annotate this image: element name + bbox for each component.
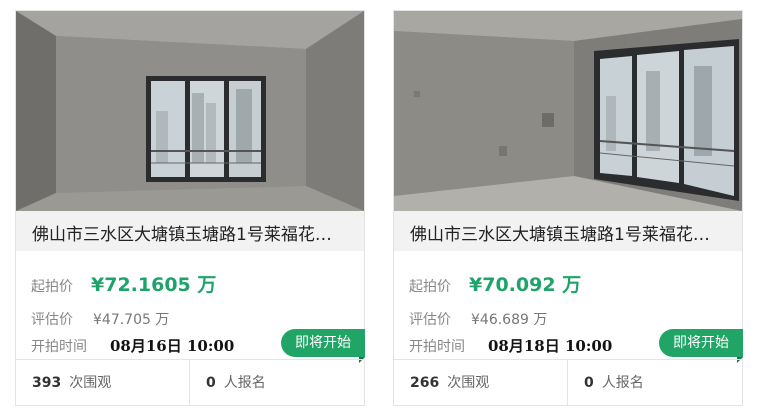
signups-label: 人报名 (601, 375, 644, 391)
start-time: 08月18日 10:00 (488, 337, 613, 355)
listing-title[interactable]: 佛山市三水区大塘镇玉塘路1号莱福花… (32, 220, 352, 245)
eval-price: ¥46.689 万 (471, 312, 548, 328)
status-badge: 即将开始 (281, 329, 365, 363)
views-stat: 266 次围观 (394, 360, 568, 406)
views-count: 266 (410, 375, 440, 391)
eval-price-label: 评估价 (409, 312, 451, 328)
views-stat: 393 次围观 (16, 360, 190, 406)
signups-count: 0 (584, 375, 594, 391)
listing-card[interactable]: 佛山市三水区大塘镇玉塘路1号莱福花… 起拍价 ¥70.092 万 评估价 ¥46… (393, 10, 743, 406)
property-photo[interactable] (394, 11, 742, 211)
signups-count: 0 (206, 375, 216, 391)
start-price-label: 起拍价 (409, 279, 451, 295)
listing-title[interactable]: 佛山市三水区大塘镇玉塘路1号莱福花… (410, 220, 730, 245)
start-price: ¥72.1605 万 (91, 274, 217, 296)
start-price: ¥70.092 万 (469, 274, 582, 296)
start-time-label: 开拍时间 (409, 339, 465, 355)
stats-bar: 266 次围观 0 人报名 (394, 359, 742, 406)
views-count: 393 (32, 375, 62, 391)
views-label: 次围观 (447, 375, 490, 391)
start-price-label: 起拍价 (31, 279, 73, 295)
start-time-label: 开拍时间 (31, 339, 87, 355)
eval-price: ¥47.705 万 (93, 312, 170, 328)
signups-stat: 0 人报名 (190, 360, 364, 406)
eval-price-label: 评估价 (31, 312, 73, 328)
property-photo[interactable] (16, 11, 364, 211)
title-bar[interactable]: 佛山市三水区大塘镇玉塘路1号莱福花… (16, 211, 364, 251)
title-bar[interactable]: 佛山市三水区大塘镇玉塘路1号莱福花… (394, 211, 742, 251)
start-time: 08月16日 10:00 (110, 337, 235, 355)
signups-stat: 0 人报名 (568, 360, 742, 406)
stats-bar: 393 次围观 0 人报名 (16, 359, 364, 406)
signups-label: 人报名 (223, 375, 266, 391)
views-label: 次围观 (69, 375, 112, 391)
status-badge: 即将开始 (659, 329, 743, 363)
listing-card[interactable]: 佛山市三水区大塘镇玉塘路1号莱福花… 起拍价 ¥72.1605 万 评估价 ¥4… (15, 10, 365, 406)
